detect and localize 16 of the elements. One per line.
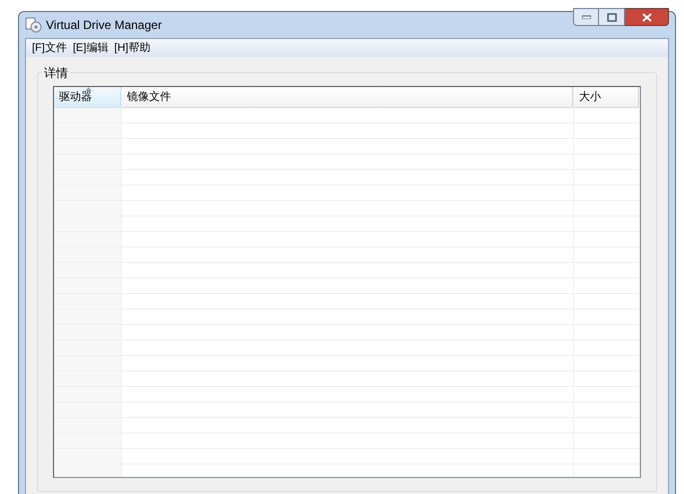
maximize-icon	[606, 12, 616, 22]
minimize-button[interactable]	[573, 8, 599, 26]
menu-item[interactable]: [E]编辑	[70, 40, 110, 56]
column-header[interactable]: 大小	[574, 87, 639, 108]
menu-item[interactable]: [F]文件	[30, 40, 69, 56]
sort-arrow-icon	[85, 87, 92, 91]
menu-item[interactable]: [H]帮助	[112, 40, 152, 56]
window-title: Virtual Drive Manager	[46, 17, 162, 34]
column-header[interactable]: 驱动器	[54, 87, 121, 108]
close-icon	[642, 12, 652, 22]
minimize-icon	[582, 15, 590, 19]
maximize-button[interactable]	[599, 8, 625, 26]
group-title: 详情	[42, 64, 70, 82]
column-header[interactable]: 镜像文件	[122, 87, 573, 108]
disc-icon	[25, 17, 43, 33]
close-button[interactable]	[625, 8, 669, 26]
